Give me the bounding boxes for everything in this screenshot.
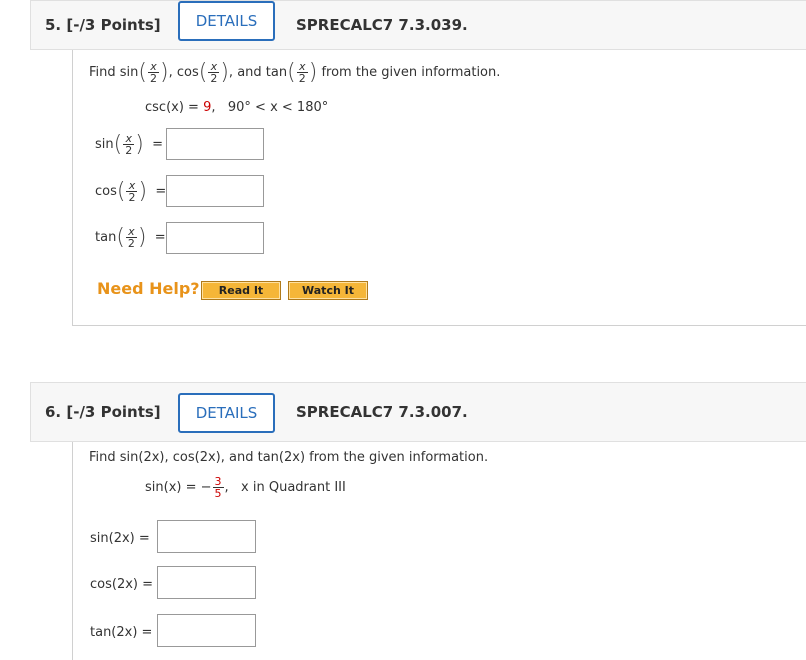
q5-given-range: 90° < x < 180° bbox=[227, 100, 329, 115]
q6-number: 6. [-/3 Points] bbox=[45, 403, 161, 421]
q5-cos-fn: cos bbox=[176, 65, 199, 80]
q5-header: 5. [-/3 Points] DETAILS SPRECALC7 7.3.03… bbox=[30, 0, 806, 50]
q5-cos-half-input[interactable] bbox=[166, 175, 264, 207]
q5-sin-fn: sin bbox=[119, 65, 139, 80]
sin-label: sin bbox=[95, 137, 114, 152]
q6-details-button[interactable]: DETAILS bbox=[178, 393, 275, 433]
read-it-button[interactable]: Read It bbox=[201, 281, 281, 300]
x-over-2: x2 bbox=[125, 225, 137, 250]
q5-sin-row-label: sin(x 2) = bbox=[95, 132, 163, 157]
q5-question-id: SPRECALC7 7.3.039. bbox=[296, 16, 468, 34]
equals-sign: = bbox=[152, 137, 163, 152]
q5-tan-fn: tan bbox=[265, 65, 288, 80]
q6-prompt: Find sin(2x), cos(2x), and tan(2x) from … bbox=[89, 450, 489, 465]
cos-label: cos bbox=[95, 184, 117, 199]
paren-open: ( bbox=[287, 60, 296, 85]
q6-header: 6. [-/3 Points] DETAILS SPRECALC7 7.3.00… bbox=[30, 382, 806, 442]
q5-prompt: Find sin(x 2), cos(x 2), and tan(x 2) from … bbox=[89, 60, 501, 85]
q5-details-button[interactable]: DETAILS bbox=[178, 1, 275, 41]
tan-label: tan bbox=[95, 230, 117, 245]
q5-given-csc: csc(x) = bbox=[145, 100, 204, 115]
paren-close: ) bbox=[160, 60, 169, 85]
q6-given-sin: sin(x) = − bbox=[145, 480, 212, 495]
q5-find-text: Find bbox=[89, 65, 116, 80]
q6-sin2x-input[interactable] bbox=[157, 520, 256, 553]
x-over-2: x2 bbox=[148, 60, 159, 85]
cos2x-label: cos(2x) = bbox=[90, 577, 154, 592]
q6-body: Find sin(2x), cos(2x), and tan(2x) from … bbox=[72, 442, 806, 660]
paren-close: ) bbox=[137, 225, 147, 250]
watch-it-button[interactable]: Watch It bbox=[288, 281, 368, 300]
equals-sign: = bbox=[155, 184, 167, 199]
paren-close: ) bbox=[308, 60, 318, 85]
paren-close: ) bbox=[135, 132, 144, 157]
paren-open: ( bbox=[138, 60, 147, 85]
q5-sin-half-input[interactable] bbox=[166, 128, 264, 160]
paren-close: ) bbox=[138, 179, 148, 204]
q5-suffix-text: from the given information. bbox=[321, 65, 501, 80]
q6-given: sin(x) = −3 5, x in Quadrant III bbox=[145, 475, 346, 500]
q5-body: Find sin(x 2), cos(x 2), and tan(x 2) from … bbox=[72, 50, 806, 326]
x-over-2: x2 bbox=[296, 60, 308, 85]
q5-and-text: and bbox=[237, 65, 262, 80]
paren-close: ) bbox=[220, 60, 229, 85]
q6-question-id: SPRECALC7 7.3.007. bbox=[296, 403, 468, 421]
x-over-2: x2 bbox=[208, 60, 220, 85]
equals-sign: = bbox=[154, 230, 166, 245]
x-over-2: x2 bbox=[123, 132, 135, 157]
q5-given: csc(x) = 9, 90° < x < 180° bbox=[145, 100, 329, 115]
need-help-label: Need Help? bbox=[97, 279, 200, 298]
sin2x-label: sin(2x) = bbox=[90, 531, 150, 546]
q5-cos-row-label: cos(x 2) = bbox=[95, 179, 166, 204]
q6-cos2x-input[interactable] bbox=[157, 566, 256, 599]
q5-number: 5. [-/3 Points] bbox=[45, 16, 161, 34]
paren-open: ( bbox=[116, 179, 126, 204]
paren-open: ( bbox=[116, 225, 125, 250]
q5-tan-half-input[interactable] bbox=[166, 222, 264, 254]
q6-given-fraction: 35 bbox=[212, 475, 224, 500]
paren-open: ( bbox=[113, 132, 123, 157]
q6-tan2x-input[interactable] bbox=[157, 614, 256, 647]
q5-given-value: 9 bbox=[203, 100, 212, 115]
tan2x-label: tan(2x) = bbox=[90, 625, 153, 640]
paren-open: ( bbox=[198, 60, 208, 85]
q6-given-quadrant: x in Quadrant III bbox=[241, 480, 346, 495]
x-over-2: x2 bbox=[126, 179, 138, 204]
q5-tan-row-label: tan(x 2) = bbox=[95, 225, 166, 250]
